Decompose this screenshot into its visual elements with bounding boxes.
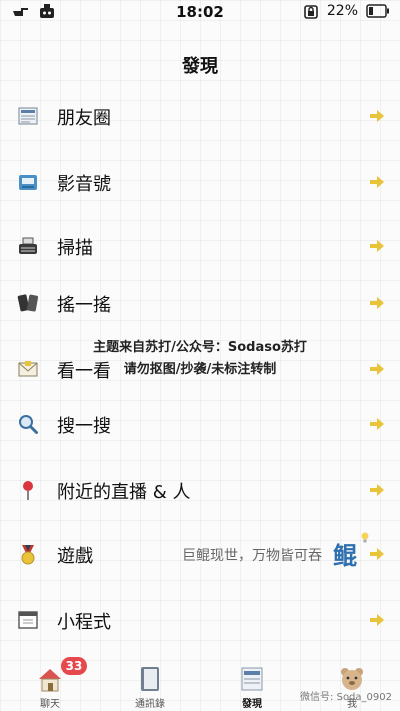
arrow-right-icon [370,418,384,430]
menu-item-nearby[interactable]: 附近的直播 & 人 [0,466,400,514]
arrow-right-icon [370,297,384,309]
arrow-right-icon [370,548,384,560]
newspaper-tab-icon [241,667,263,691]
menu-label: 遊戲 [57,546,93,567]
menu-label: 搖一搖 [57,295,111,316]
menu-item-channels[interactable]: 影音號 [0,158,400,206]
arrow-right-icon [370,614,384,626]
notebook-icon [141,667,159,691]
promo-kun-glyph: 鲲 [333,542,357,570]
menu-item-moments[interactable]: 朋友圈 [0,92,400,140]
page-title: 發現 [182,56,218,77]
arrow-right-icon [370,484,384,496]
phones-shake-icon [17,294,39,312]
menu-item-shake[interactable]: 搖一搖 [0,279,400,327]
arrow-right-icon [370,110,384,122]
menu-label: 掃描 [57,238,93,259]
battery-percent: 22% [326,3,358,19]
battery-icon [366,4,389,18]
watermark-line-2: 请勿抠图/抄袭/未标注转制 [123,362,277,377]
menu-item-search[interactable]: 搜一搜 [0,400,400,448]
tab-label: 聊天 [40,699,60,710]
menu-item-mini-programs[interactable]: 小程式 [0,596,400,644]
brand-watermark: 微信号: Soda_0902 [300,692,392,703]
lightbulb-icon [361,532,369,543]
menu-label: 影音號 [57,174,111,195]
pin-icon [23,481,33,500]
menu-subtitle: 巨鲲现世，万物皆可吞 [182,548,322,564]
typewriter-scan-icon [19,237,37,254]
status-bar: 18:02 22% [0,0,400,26]
tab-label: 發現 [242,699,262,710]
menu-label: 搜一搜 [57,416,111,437]
menu-label: 朋友圈 [57,108,111,129]
unread-badge: 33 [61,657,87,675]
menu-label: 小程式 [57,612,111,633]
tab-label: 通訊錄 [135,699,165,710]
window-app-icon [18,611,38,629]
arrow-right-icon [370,240,384,252]
newspaper-icon [18,107,38,125]
menu-item-games[interactable]: 遊戲 巨鲲现世，万物皆可吞 鲲 [0,530,400,578]
arrow-right-icon [370,176,384,188]
menu-item-scan[interactable]: 掃描 [0,222,400,270]
lock-rotation-icon [304,5,318,19]
medal-game-icon [21,545,35,565]
magnifier-icon [19,415,38,434]
house-icon [39,669,61,692]
video-channel-icon [19,175,37,190]
watermark-line-1: 主题来自苏打/公众号：Sodaso苏打 [93,340,307,355]
menu-label: 附近的直播 & 人 [57,482,191,503]
